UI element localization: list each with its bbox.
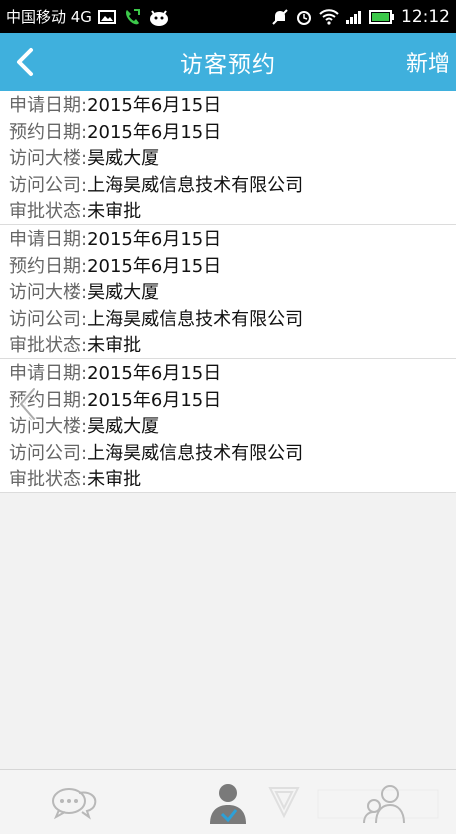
app-header: 访客预约 新增 [0, 33, 456, 91]
building-label: 访问大楼: [9, 148, 88, 170]
status-value: 未审批 [87, 335, 142, 357]
chevron-left-icon [18, 386, 37, 422]
company-label: 访问公司: [9, 308, 88, 330]
status-value: 未审批 [87, 469, 142, 491]
add-button[interactable]: 新增 [406, 33, 450, 91]
side-back-handle[interactable] [14, 384, 42, 424]
building-value: 昊威大厦 [87, 416, 160, 438]
status-value: 未审批 [87, 201, 142, 223]
status-bar: 中国移动 4G 12:12 [0, 0, 456, 33]
building-row: 访问大楼:昊威大厦 [0, 414, 456, 441]
watermark-logo [262, 782, 452, 828]
status-row: 审批状态:未审批 [0, 199, 456, 226]
book-date-row: 预约日期:2015年6月15日 [0, 254, 456, 281]
apply-date-value: 2015年6月15日 [87, 95, 222, 116]
apply-date-row: 申请日期:2015年6月15日 [0, 227, 456, 254]
company-value: 上海昊威信息技术有限公司 [87, 442, 304, 464]
status-label: 审批状态: [9, 335, 88, 357]
status-row: 审批状态:未审批 [0, 467, 456, 494]
clock: 12:12 [401, 6, 450, 27]
company-label: 访问公司: [9, 442, 88, 464]
phone-icon [122, 7, 142, 27]
status-label: 审批状态: [9, 201, 88, 223]
user-icon [210, 784, 246, 824]
building-value: 昊威大厦 [87, 148, 160, 170]
company-row: 访问公司:上海昊威信息技术有限公司 [0, 173, 456, 200]
apply-date-value: 2015年6月15日 [87, 229, 222, 250]
android-icon [148, 7, 170, 27]
status-label: 审批状态: [9, 469, 88, 491]
apply-date-row: 申请日期:2015年6月15日 [0, 93, 456, 120]
apply-date-label: 申请日期: [9, 229, 88, 250]
building-row: 访问大楼:昊威大厦 [0, 146, 456, 173]
bottom-nav [0, 769, 456, 834]
appointment-item[interactable]: 申请日期:2015年6月15日 预约日期:2015年6月15日 访问大楼:昊威大… [0, 225, 456, 359]
appointment-list: 申请日期:2015年6月15日 预约日期:2015年6月15日 访问大楼:昊威大… [0, 91, 456, 493]
signal-icon [345, 7, 363, 27]
battery-icon [369, 7, 395, 27]
building-row: 访问大楼:昊威大厦 [0, 280, 456, 307]
status-row: 审批状态:未审批 [0, 333, 456, 360]
chat-bubbles-icon [52, 788, 97, 820]
apply-date-label: 申请日期: [9, 363, 88, 384]
book-date-label: 预约日期: [9, 255, 88, 277]
book-date-value: 2015年6月15日 [87, 121, 222, 143]
nav-messages[interactable] [44, 778, 104, 828]
image-icon [97, 7, 116, 27]
company-value: 上海昊威信息技术有限公司 [87, 308, 304, 330]
book-date-value: 2015年6月15日 [87, 255, 222, 277]
appointment-item[interactable]: 申请日期:2015年6月15日 预约日期:2015年6月15日 访问大楼:昊威大… [0, 359, 456, 493]
apply-date-row: 申请日期:2015年6月15日 [0, 361, 456, 388]
carrier-label: 中国移动 4G [6, 8, 92, 26]
apply-date-label: 申请日期: [9, 95, 88, 116]
building-value: 昊威大厦 [87, 282, 160, 304]
book-date-label: 预约日期: [9, 121, 88, 143]
wifi-icon [319, 7, 339, 27]
alarm-icon [295, 7, 313, 27]
book-date-row: 预约日期:2015年6月15日 [0, 388, 456, 415]
nav-profile[interactable] [198, 778, 258, 828]
page-title: 访客预约 [180, 52, 276, 78]
book-date-row: 预约日期:2015年6月15日 [0, 120, 456, 147]
appointment-item[interactable]: 申请日期:2015年6月15日 预约日期:2015年6月15日 访问大楼:昊威大… [0, 91, 456, 225]
company-row: 访问公司:上海昊威信息技术有限公司 [0, 441, 456, 468]
company-label: 访问公司: [9, 174, 88, 196]
building-label: 访问大楼: [9, 282, 88, 304]
mute-icon [271, 7, 289, 27]
company-row: 访问公司:上海昊威信息技术有限公司 [0, 307, 456, 334]
apply-date-value: 2015年6月15日 [87, 363, 222, 384]
book-date-value: 2015年6月15日 [87, 389, 222, 411]
company-value: 上海昊威信息技术有限公司 [87, 174, 304, 196]
